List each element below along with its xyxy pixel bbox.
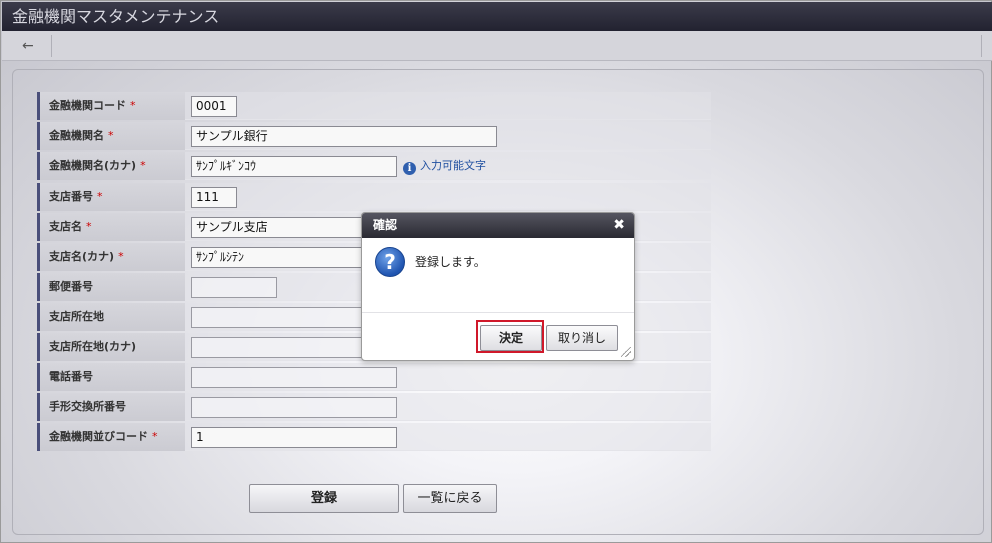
form-label: 支店所在地	[37, 303, 185, 331]
toolbar: ←	[2, 31, 992, 61]
label-text: 支店名(カナ)	[49, 250, 115, 263]
label-text: 金融機関並びコード	[49, 430, 148, 443]
form-row-bank-name-kana: 金融機関名(カナ) * ｻﾝﾌﾟﾙｷﾞﾝｺｳ i 入力可能文字	[37, 152, 711, 180]
app-window: 金融機関マスタメンテナンス ← 金融機関コード * 0001 金融機関名 * サンプ…	[0, 0, 992, 543]
ok-button-highlight	[476, 320, 544, 353]
clearing-house-number-input[interactable]	[191, 397, 397, 418]
form-label: 郵便番号	[37, 273, 185, 301]
dialog-divider	[362, 312, 634, 313]
dialog-title: 確認	[362, 213, 634, 238]
label-text: 支店所在地(カナ)	[49, 340, 137, 353]
label-text: 金融機関コード	[49, 99, 126, 112]
required-mark: *	[130, 99, 136, 112]
bank-name-input[interactable]: サンプル銀行	[191, 126, 497, 147]
allowed-characters-link[interactable]: i 入力可能文字	[403, 158, 486, 175]
form-value-cell: サンプル銀行	[185, 122, 711, 150]
form-row-phone-number: 電話番号	[37, 363, 711, 391]
label-text: 金融機関名	[49, 129, 104, 142]
form-label: 金融機関並びコード *	[37, 423, 185, 451]
form-label: 金融機関名 *	[37, 122, 185, 150]
dialog-message: 登録します。	[415, 255, 486, 269]
form-label: 電話番号	[37, 363, 185, 391]
register-button[interactable]: 登録	[249, 484, 399, 513]
bank-name-kana-input[interactable]: ｻﾝﾌﾟﾙｷﾞﾝｺｳ	[191, 156, 397, 177]
label-text: 郵便番号	[49, 280, 93, 293]
phone-number-input[interactable]	[191, 367, 397, 388]
form-value-cell: 111	[185, 183, 711, 211]
form-value-cell	[185, 393, 711, 421]
info-icon: i	[403, 162, 416, 175]
back-button[interactable]: ←	[12, 35, 52, 57]
label-text: 手形交換所番号	[49, 400, 126, 413]
cancel-button[interactable]: 取り消し	[546, 325, 618, 351]
form-row-bank-name: 金融機関名 * サンプル銀行	[37, 122, 711, 150]
form-label: 金融機関名(カナ) *	[37, 152, 185, 180]
form-label: 支店名(カナ) *	[37, 243, 185, 271]
required-mark: *	[118, 250, 124, 263]
form-row-clearing-house-number: 手形交換所番号	[37, 393, 711, 421]
form-row-sort-code: 金融機関並びコード * 1	[37, 423, 711, 451]
required-mark: *	[97, 190, 103, 203]
form-label: 支店所在地(カナ)	[37, 333, 185, 361]
form-label: 支店名 *	[37, 213, 185, 241]
branch-number-input[interactable]: 111	[191, 187, 237, 208]
back-arrow-icon: ←	[22, 38, 34, 54]
form-row-branch-number: 支店番号 * 111	[37, 183, 711, 211]
form-value-cell: 0001	[185, 92, 711, 120]
label-text: 支店名	[49, 220, 82, 233]
required-mark: *	[108, 129, 114, 142]
close-icon[interactable]: ✖	[613, 213, 625, 238]
required-mark: *	[152, 430, 158, 443]
form-value-cell: ｻﾝﾌﾟﾙｷﾞﾝｺｳ i 入力可能文字	[185, 152, 711, 180]
label-text: 金融機関名(カナ)	[49, 159, 137, 172]
form-label: 金融機関コード *	[37, 92, 185, 120]
form-value-cell	[185, 363, 711, 391]
window-title: 金融機関マスタメンテナンス	[2, 2, 992, 31]
question-icon: ?	[375, 247, 405, 277]
label-text: 電話番号	[49, 370, 93, 383]
label-text: 支店所在地	[49, 310, 104, 323]
sort-code-input[interactable]: 1	[191, 427, 397, 448]
form-row-bank-code: 金融機関コード * 0001	[37, 92, 711, 120]
toolbar-divider	[981, 35, 982, 57]
required-mark: *	[86, 220, 92, 233]
form-value-cell: 1	[185, 423, 711, 451]
postal-code-input[interactable]	[191, 277, 277, 298]
resize-handle[interactable]	[621, 347, 631, 357]
bank-code-input[interactable]: 0001	[191, 96, 237, 117]
form-label: 手形交換所番号	[37, 393, 185, 421]
back-to-list-button[interactable]: 一覧に戻る	[403, 484, 497, 513]
required-mark: *	[140, 159, 146, 172]
hint-text: 入力可能文字	[420, 159, 486, 172]
label-text: 支店番号	[49, 190, 93, 203]
form-label: 支店番号 *	[37, 183, 185, 211]
